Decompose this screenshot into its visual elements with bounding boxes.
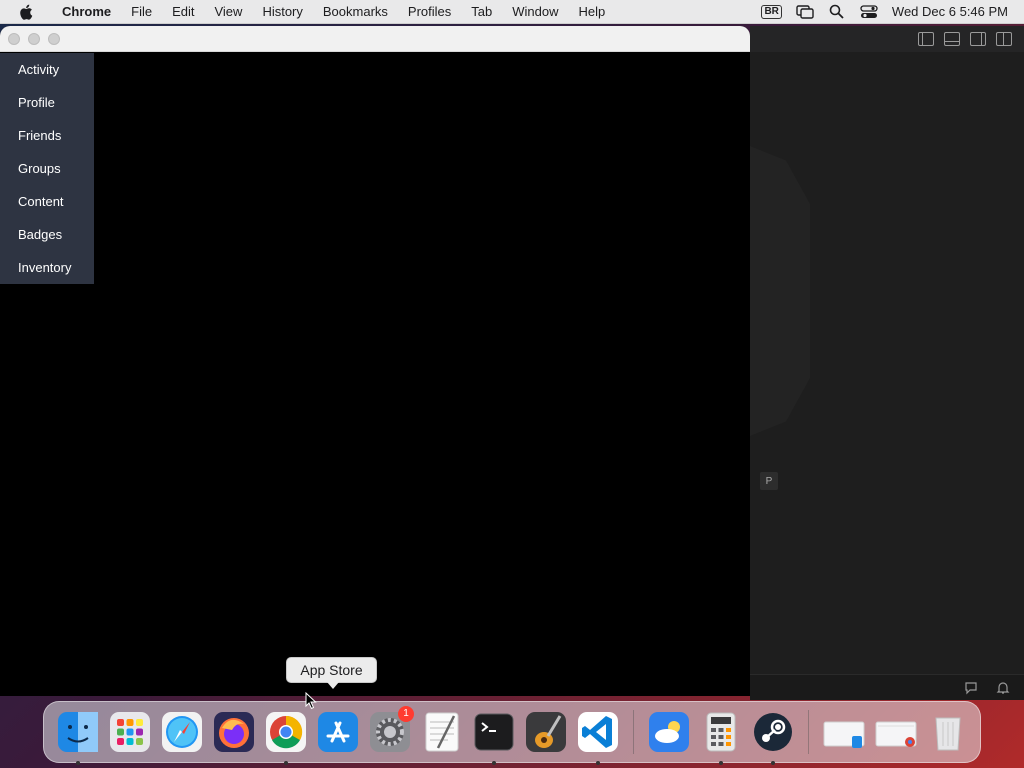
screen-mirroring-icon[interactable] (796, 4, 814, 20)
menu-bar: Chrome File Edit View History Bookmarks … (0, 0, 1024, 24)
editor-watermark-shape (750, 146, 810, 436)
firefox-icon[interactable] (212, 710, 256, 754)
dock-tooltip: App Store (286, 657, 377, 689)
calculator-icon[interactable] (699, 710, 743, 765)
safari-icon[interactable] (160, 710, 204, 754)
app-store-icon[interactable] (316, 710, 360, 754)
system-settings-icon[interactable]: 1 (368, 706, 414, 754)
dock-separator (808, 710, 809, 754)
input-source-badge[interactable]: BR (761, 4, 782, 19)
terminal-icon[interactable] (472, 710, 516, 765)
menu-view[interactable]: View (204, 0, 252, 24)
close-window-button[interactable] (8, 32, 20, 45)
finder-icon[interactable] (56, 710, 100, 765)
running-indicator (492, 761, 496, 765)
editor-status-bar (750, 674, 1024, 700)
notifications-bell-icon[interactable] (996, 681, 1010, 695)
weather-icon[interactable] (647, 710, 691, 754)
running-indicator (719, 761, 723, 765)
customize-layout-icon[interactable] (996, 32, 1012, 46)
minimize-window-button[interactable] (28, 32, 40, 45)
menu-bookmarks[interactable]: Bookmarks (313, 0, 398, 24)
dock: 1 (43, 701, 981, 765)
menu-app-name[interactable]: Chrome (52, 0, 121, 24)
apple-logo-icon[interactable] (18, 3, 36, 21)
side-menu-item-inventory[interactable]: Inventory (0, 259, 94, 292)
side-menu-item-badges[interactable]: Badges (0, 226, 94, 259)
running-indicator (771, 761, 775, 765)
google-chrome-icon[interactable] (264, 710, 308, 765)
running-indicator (284, 761, 288, 765)
menu-history[interactable]: History (252, 0, 312, 24)
side-menu-item-activity[interactable]: Activity (0, 61, 94, 94)
chrome-window: Activity Profile Friends Groups Content … (0, 26, 750, 696)
steam-icon[interactable] (751, 710, 795, 765)
toggle-primary-sidebar-icon[interactable] (918, 32, 934, 46)
textedit-icon[interactable] (420, 710, 464, 754)
menu-help[interactable]: Help (569, 0, 616, 24)
launchpad-icon[interactable] (108, 710, 152, 754)
menu-window[interactable]: Window (502, 0, 568, 24)
control-center-icon[interactable] (860, 4, 878, 20)
side-menu-item-profile[interactable]: Profile (0, 94, 94, 127)
side-menu-item-content[interactable]: Content (0, 193, 94, 226)
garageband-icon[interactable] (524, 710, 568, 754)
chrome-window-thumbnail-icon[interactable] (874, 710, 918, 754)
side-menu-item-groups[interactable]: Groups (0, 160, 94, 193)
dock-separator (633, 710, 634, 754)
side-navigation-menu: Activity Profile Friends Groups Content … (0, 53, 94, 284)
toggle-panel-icon[interactable] (944, 32, 960, 46)
running-indicator (76, 761, 80, 765)
menu-tab[interactable]: Tab (461, 0, 502, 24)
menu-file[interactable]: File (121, 0, 162, 24)
feedback-icon[interactable] (964, 681, 978, 695)
menubar-status-area: BR Wed Dec 6 5:46 PM (761, 4, 1024, 20)
visual-studio-code-icon[interactable] (576, 710, 620, 765)
running-indicator (596, 761, 600, 765)
menu-edit[interactable]: Edit (162, 0, 204, 24)
background-editor-window: P (750, 26, 1024, 700)
trash-icon[interactable] (926, 710, 970, 754)
search-icon[interactable] (828, 4, 846, 20)
editor-layout-toolbar (750, 26, 1024, 52)
zoom-window-button[interactable] (48, 32, 60, 45)
downloads-stack-icon[interactable] (822, 710, 866, 754)
menu-profiles[interactable]: Profiles (398, 0, 461, 24)
menubar-clock[interactable]: Wed Dec 6 5:46 PM (892, 4, 1008, 19)
panel-badge[interactable]: P (760, 472, 778, 490)
toggle-secondary-sidebar-icon[interactable] (970, 32, 986, 46)
side-menu-item-friends[interactable]: Friends (0, 127, 94, 160)
window-titlebar (0, 26, 750, 52)
mouse-cursor-icon (305, 692, 317, 710)
notification-badge: 1 (398, 706, 414, 722)
